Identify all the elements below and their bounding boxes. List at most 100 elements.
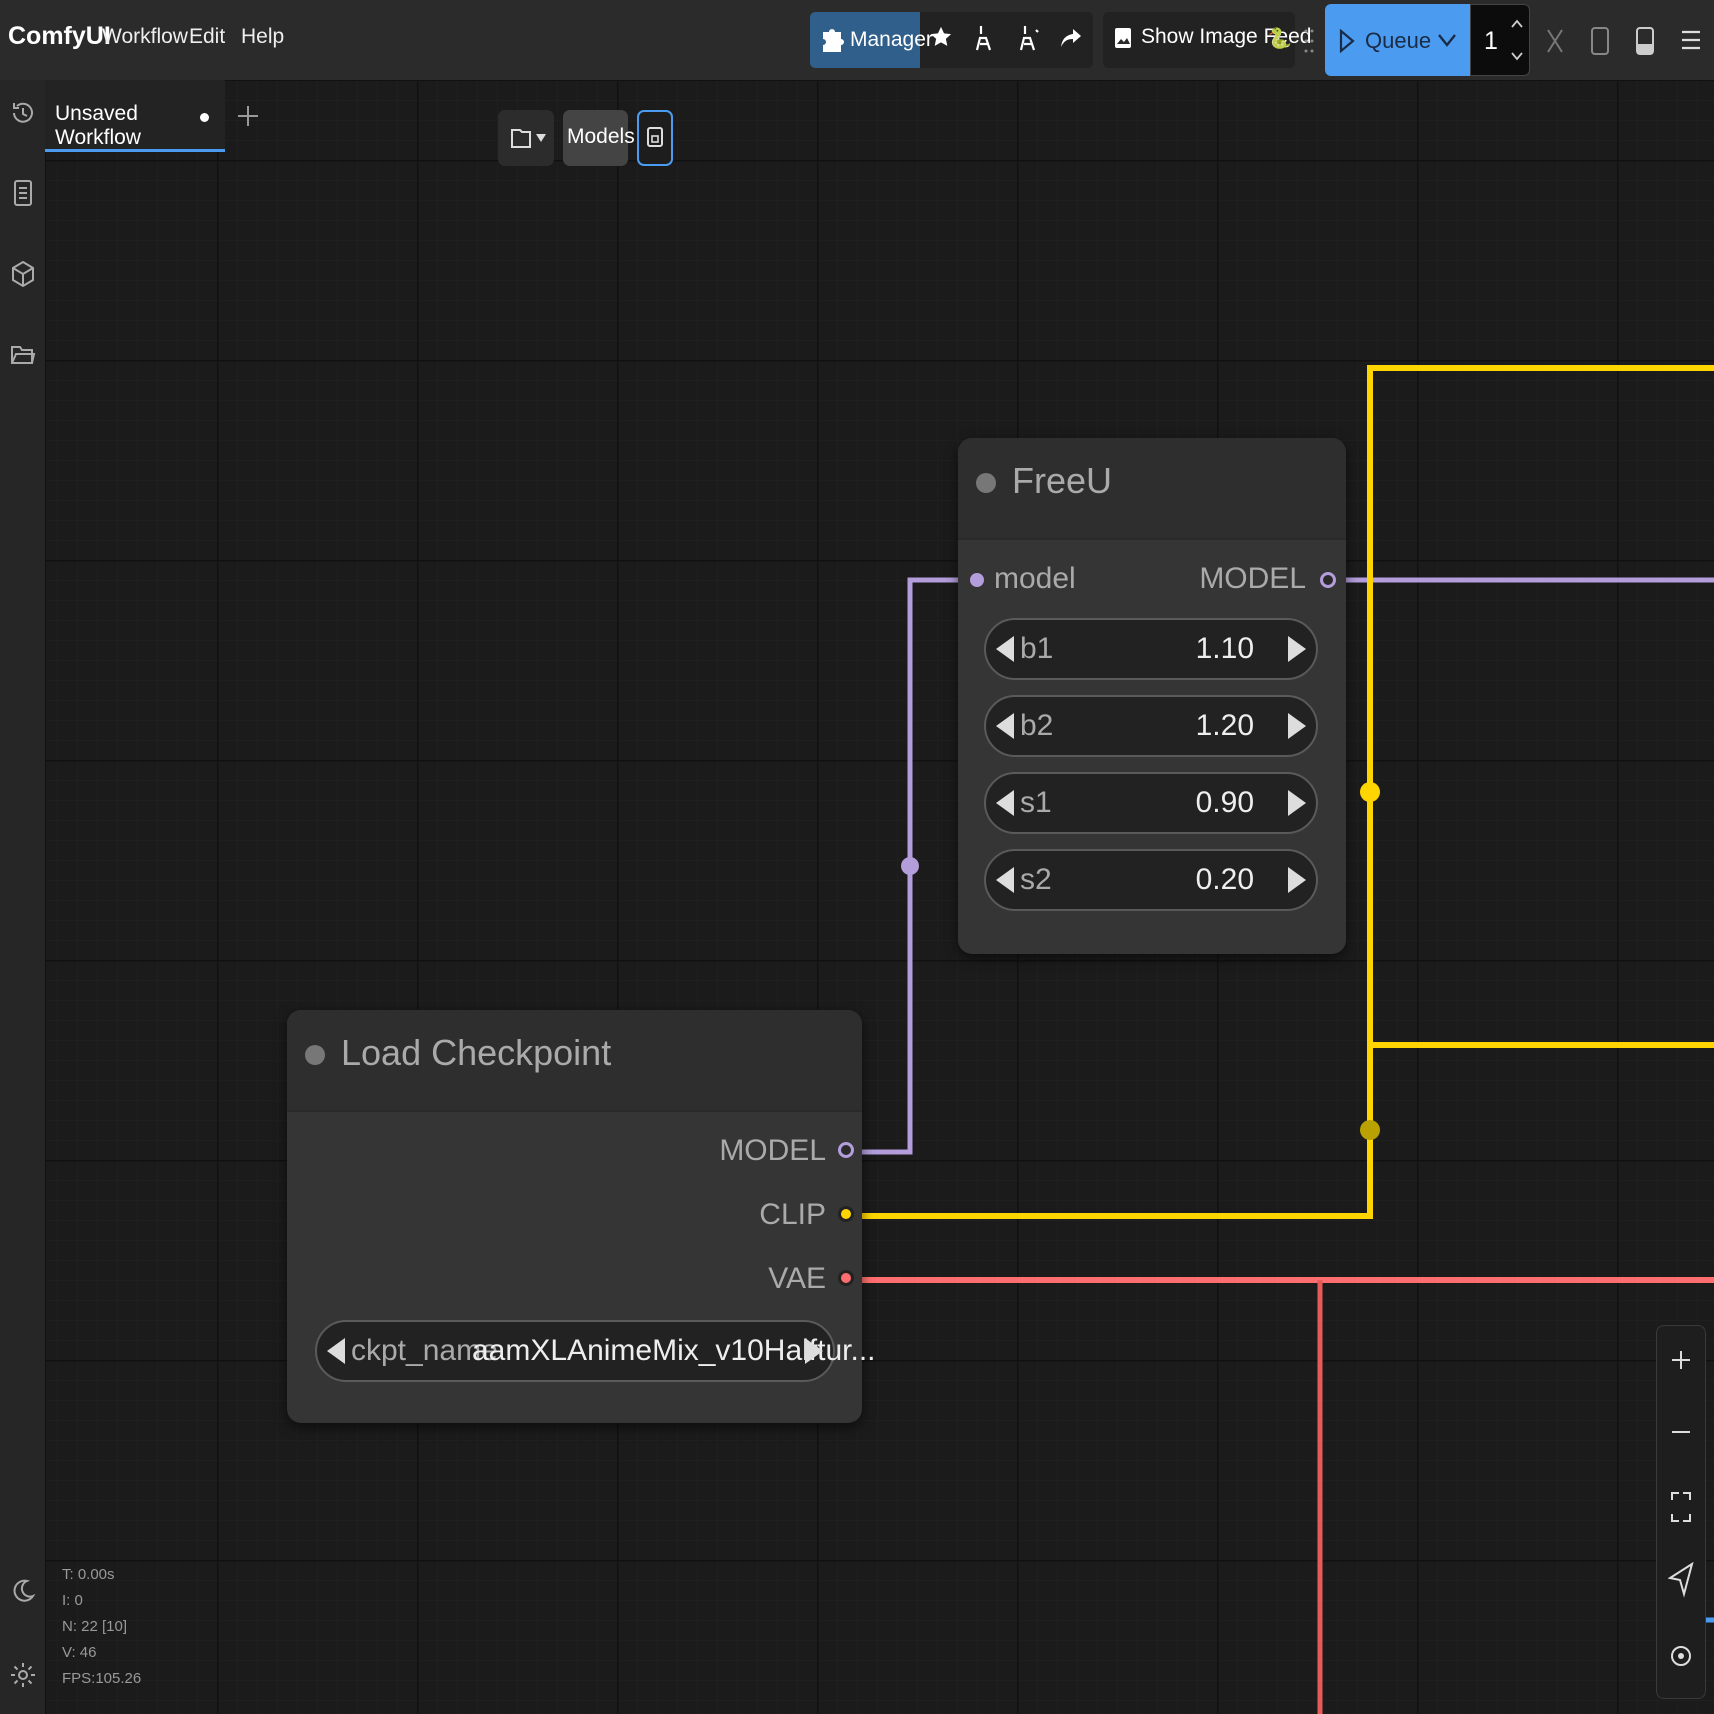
broom-alt-icon[interactable]	[1016, 24, 1040, 52]
increment-icon[interactable]	[1511, 19, 1523, 29]
menu-help[interactable]: Help	[241, 25, 284, 49]
node-title: FreeU	[1012, 460, 1113, 501]
new-tab-plus-icon[interactable]	[236, 104, 260, 128]
increment-arrow-icon[interactable]	[1288, 713, 1306, 739]
widget-name: s2	[1020, 863, 1052, 896]
settings-gear-icon[interactable]	[9, 1661, 37, 1689]
collapse-dot-icon[interactable]	[976, 473, 996, 493]
output-pin-vae[interactable]	[838, 1270, 854, 1286]
tab-unsaved-workflow[interactable]: Unsaved Workflow	[45, 80, 225, 152]
top-menu-bar: ComfyUI Workflow Edit Help Manager Show …	[0, 0, 1714, 81]
panel-icon[interactable]	[1590, 26, 1610, 56]
image-icon	[1115, 28, 1131, 48]
stat-i: I: 0	[62, 1592, 83, 1609]
widget-name: b2	[1020, 709, 1054, 742]
caret-down-icon	[536, 134, 546, 142]
collapse-dot-icon[interactable]	[305, 1045, 325, 1065]
output-pin-model[interactable]	[1320, 572, 1336, 588]
queue-button[interactable]: Queue	[1325, 4, 1470, 76]
models-button[interactable]: Models	[563, 110, 635, 166]
node-links	[850, 365, 1714, 1714]
app-logo: ComfyUI	[8, 22, 111, 50]
chevron-down-icon[interactable]	[1437, 32, 1457, 48]
node-title: Load Checkpoint	[341, 1032, 612, 1073]
model-link-midpoint	[901, 857, 919, 875]
manager-button[interactable]: Manager	[810, 12, 933, 68]
decrement-arrow-icon[interactable]	[996, 790, 1014, 816]
manager-label: Manager	[850, 28, 933, 51]
render-stats: T: 0.00s I: 0 N: 22 [10] V: 46 FPS:105.2…	[62, 1562, 141, 1692]
widget-b1[interactable]: b1 1.10	[984, 618, 1318, 680]
play-icon	[1339, 29, 1355, 53]
share-icon[interactable]	[1060, 28, 1082, 48]
stat-v: V: 46	[62, 1644, 97, 1661]
input-label-model: model	[994, 562, 1076, 595]
widget-ckpt-name[interactable]: ckpt_name aamXLAnimeMix_v10Halftur...	[315, 1320, 876, 1382]
node-library-icon[interactable]	[11, 179, 35, 207]
stat-fps: FPS:105.26	[62, 1670, 142, 1687]
puzzle-icon	[823, 29, 844, 52]
output-pin-model[interactable]	[838, 1142, 854, 1158]
cancel-icon[interactable]	[1546, 28, 1564, 54]
widget-s1[interactable]: s1 0.90	[984, 772, 1318, 834]
node-header[interactable]: Load Checkpoint	[287, 1010, 862, 1112]
tab-label: Unsaved Workflow	[55, 102, 141, 149]
increment-arrow-icon[interactable]	[1288, 636, 1306, 662]
zoom-out-icon[interactable]	[1669, 1420, 1693, 1444]
widget-name: b1	[1020, 632, 1054, 665]
widget-name: s1	[1020, 786, 1052, 819]
file-icon	[511, 129, 531, 148]
broom-icon[interactable]	[972, 24, 996, 52]
node-load-checkpoint[interactable]: Load Checkpoint MODEL CLIP VAE ckpt_name…	[287, 1010, 876, 1423]
node-freeu[interactable]: FreeU model MODEL b1 1.10 b2 1.20 s1 0.9…	[958, 438, 1346, 954]
drag-handle-icon[interactable]	[1304, 28, 1314, 54]
select-mode-cursor-icon[interactable]	[1668, 1562, 1694, 1598]
output-label-clip: CLIP	[759, 1198, 826, 1231]
workflows-folder-icon[interactable]	[10, 342, 36, 366]
model-library-icon[interactable]	[10, 260, 36, 288]
output-pin-clip[interactable]	[838, 1206, 854, 1222]
output-label-model: MODEL	[719, 1134, 826, 1167]
increment-arrow-icon[interactable]	[805, 1338, 823, 1364]
hamburger-menu-icon[interactable]	[1680, 28, 1702, 52]
output-label-model: MODEL	[1199, 562, 1306, 595]
history-icon[interactable]	[10, 100, 36, 126]
save-icon	[647, 127, 663, 147]
queue-label: Queue	[1365, 28, 1432, 53]
widget-b2[interactable]: b2 1.20	[984, 695, 1318, 757]
input-pin-model[interactable]	[970, 573, 984, 587]
zoom-in-icon[interactable]	[1669, 1348, 1693, 1372]
unsaved-dot-icon	[200, 113, 209, 122]
widget-value: 1.10	[1195, 632, 1254, 665]
decrement-arrow-icon[interactable]	[327, 1338, 345, 1364]
decrement-arrow-icon[interactable]	[996, 636, 1014, 662]
bottom-panel-icon[interactable]	[1635, 26, 1655, 56]
clip-link-midpoint	[1360, 782, 1380, 802]
decrement-icon[interactable]	[1511, 51, 1523, 61]
widget-value: 0.20	[1195, 863, 1254, 896]
stat-nodes: N: 22 [10]	[62, 1618, 128, 1635]
queue-count-value: 1	[1484, 27, 1498, 55]
clip-link-midpoint-2	[1360, 1120, 1380, 1140]
output-label-vae: VAE	[768, 1262, 826, 1295]
models-label: Models	[567, 125, 635, 148]
queue-count-stepper[interactable]: 1	[1470, 4, 1530, 76]
fit-view-icon[interactable]	[1669, 1490, 1693, 1524]
widget-value: 0.90	[1195, 786, 1254, 819]
widget-s2[interactable]: s2 0.20	[984, 849, 1318, 911]
node-header[interactable]: FreeU	[958, 438, 1346, 540]
decrement-arrow-icon[interactable]	[996, 867, 1014, 893]
decrement-arrow-icon[interactable]	[996, 713, 1014, 739]
star-icon[interactable]	[930, 26, 952, 48]
increment-arrow-icon[interactable]	[1288, 867, 1306, 893]
open-workflow-button[interactable]	[498, 110, 554, 166]
focus-target-icon[interactable]	[1669, 1644, 1693, 1668]
snake-icon: 🐍	[1267, 28, 1292, 50]
save-button[interactable]	[637, 110, 673, 166]
widget-value: 1.20	[1195, 709, 1254, 742]
menu-edit[interactable]: Edit	[189, 25, 225, 49]
left-sidebar	[0, 80, 46, 1714]
menu-workflow[interactable]: Workflow	[102, 25, 188, 49]
theme-toggle-moon-icon[interactable]	[10, 1578, 36, 1604]
increment-arrow-icon[interactable]	[1288, 790, 1306, 816]
